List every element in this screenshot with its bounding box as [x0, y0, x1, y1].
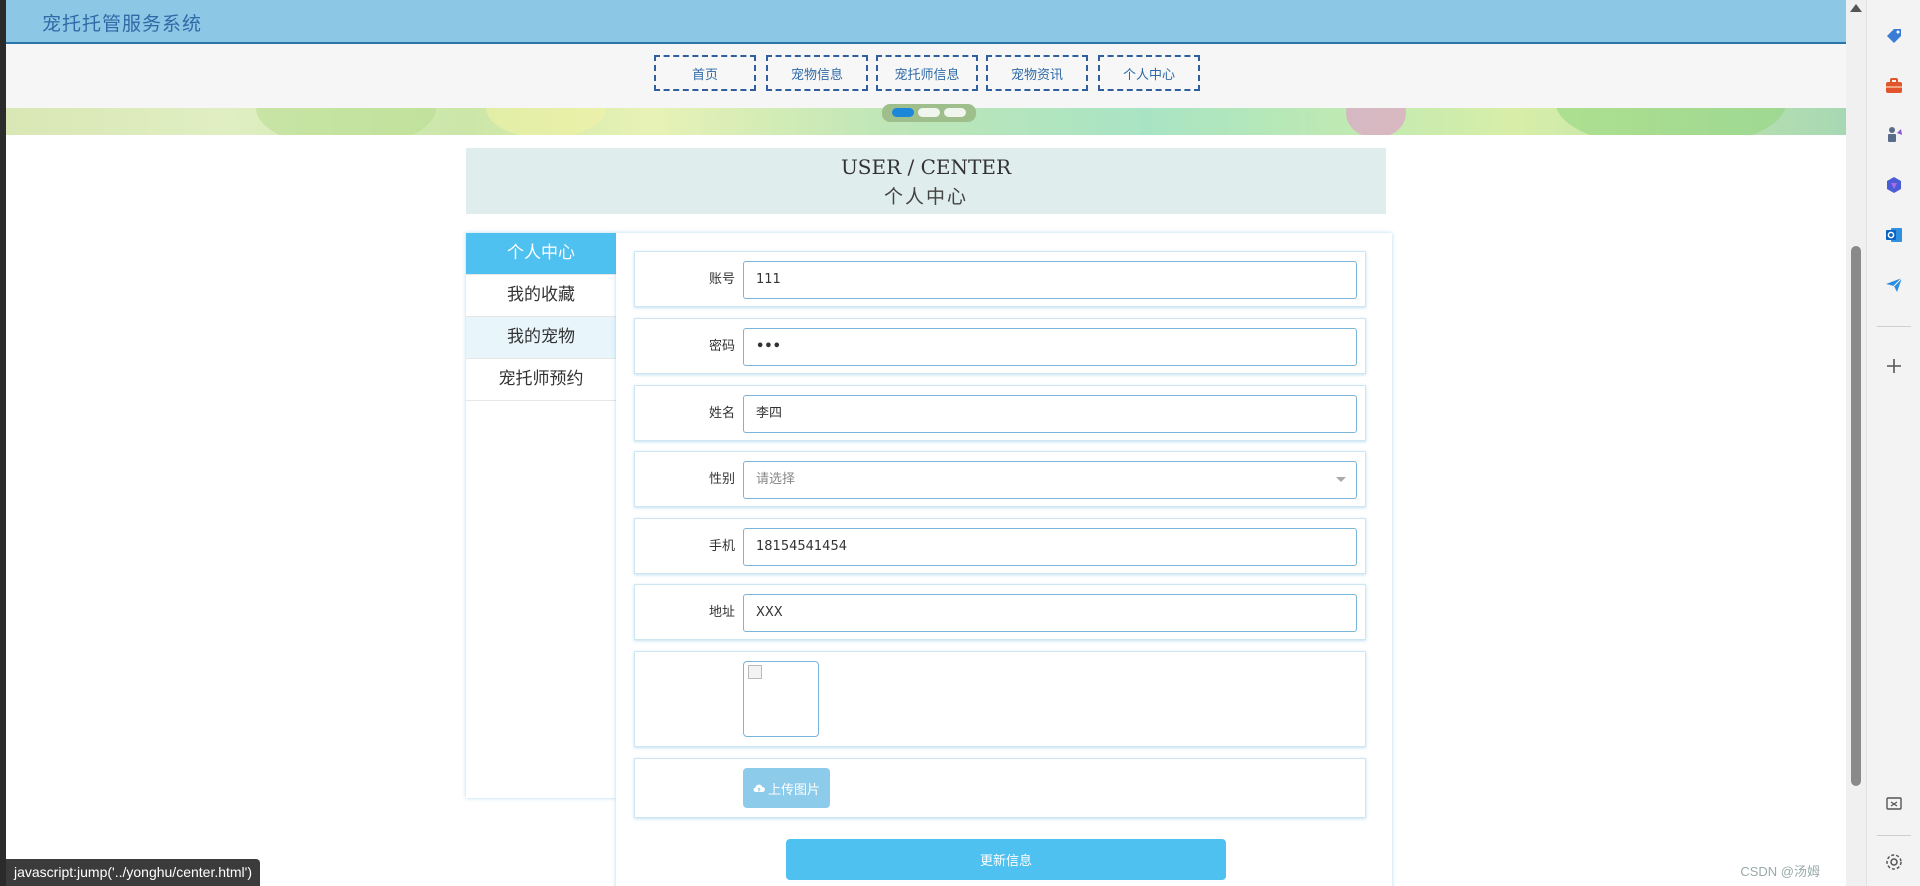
top-header-bar: 宠托托管服务系统 — [6, 0, 1846, 44]
carousel-dot-3[interactable] — [944, 108, 966, 117]
gender-label: 性别 — [708, 472, 735, 487]
settings-icon[interactable] — [1883, 851, 1905, 873]
section-header: USER / CENTER 个人中心 — [466, 148, 1386, 214]
gender-select-placeholder: 请选择 — [756, 472, 796, 487]
sidebar-item-user-center[interactable]: 个人中心 — [466, 233, 616, 275]
toolbar-separator-bottom — [1877, 835, 1911, 836]
scrollbar-thumb[interactable] — [1851, 246, 1861, 786]
briefcase-icon[interactable] — [1883, 75, 1905, 97]
carousel-dot-2[interactable] — [918, 108, 940, 117]
form-row-avatar — [634, 651, 1366, 747]
copilot-icon[interactable] — [1883, 174, 1905, 196]
scroll-up-arrow-icon[interactable] — [1850, 4, 1862, 12]
sidebar-item-favorites[interactable]: 我的收藏 — [466, 275, 616, 317]
browser-side-toolbar — [1866, 0, 1920, 886]
chess-icon[interactable] — [1883, 124, 1905, 146]
carousel-dot-1[interactable] — [892, 108, 914, 117]
form-row-gender: 性别 请选择 — [634, 451, 1366, 507]
nav-sitter-info[interactable]: 宠托师信息 — [876, 55, 978, 91]
nav-pet-info[interactable]: 宠物信息 — [766, 55, 868, 91]
phone-label: 手机 — [708, 539, 735, 554]
section-title-en: USER / CENTER — [840, 155, 1012, 179]
upload-image-label: 上传图片 — [767, 782, 820, 798]
add-icon[interactable] — [1883, 355, 1905, 377]
address-label: 地址 — [708, 605, 735, 620]
nav-home[interactable]: 首页 — [654, 55, 756, 91]
address-field[interactable]: XXX — [743, 594, 1357, 632]
account-field[interactable]: 111 — [743, 261, 1357, 299]
vertical-scrollbar[interactable] — [1846, 0, 1866, 886]
section-title-cn: 个人中心 — [883, 186, 968, 208]
carousel-indicators — [882, 104, 976, 122]
form-row-upload: 上传图片 — [634, 758, 1366, 818]
sidebar-item-sitter-booking[interactable]: 宠托师预约 — [466, 359, 616, 401]
chevron-down-icon — [1336, 477, 1346, 482]
account-label: 账号 — [708, 272, 735, 287]
watermark: CSDN @汤姆 — [1740, 864, 1820, 879]
outlook-icon[interactable] — [1883, 224, 1905, 246]
password-label: 密码 — [708, 339, 735, 354]
update-info-button[interactable]: 更新信息 — [786, 839, 1226, 880]
form-row-name: 姓名 李四 — [634, 385, 1366, 441]
sidebar-item-my-pets[interactable]: 我的宠物 — [466, 317, 616, 359]
profile-form: 账号 111 密码 ••• 姓名 李四 性别 请选择 手机 1815454145… — [616, 233, 1392, 886]
avatar-preview[interactable] — [743, 661, 819, 737]
form-row-account: 账号 111 — [634, 251, 1366, 307]
screenshot-icon[interactable] — [1883, 793, 1905, 815]
main-navigation: 首页 宠物信息 宠托师信息 宠物资讯 个人中心 — [6, 44, 1846, 108]
broken-image-icon — [748, 665, 762, 679]
site-title: 宠托托管服务系统 — [42, 13, 203, 35]
name-label: 姓名 — [708, 406, 735, 421]
cloud-upload-icon — [753, 784, 765, 792]
name-field[interactable]: 李四 — [743, 395, 1357, 433]
user-sidebar: 个人中心 我的收藏 我的宠物 宠托师预约 — [466, 233, 616, 798]
phone-field[interactable]: 18154541454 — [743, 528, 1357, 566]
gender-select[interactable]: 请选择 — [743, 461, 1357, 499]
form-row-address: 地址 XXX — [634, 584, 1366, 640]
toolbar-separator — [1877, 326, 1911, 327]
tag-icon[interactable] — [1883, 25, 1905, 47]
nav-user-center[interactable]: 个人中心 — [1098, 55, 1200, 91]
nav-pet-news[interactable]: 宠物资讯 — [986, 55, 1088, 91]
upload-image-button[interactable]: 上传图片 — [743, 768, 830, 808]
form-row-password: 密码 ••• — [634, 318, 1366, 374]
link-status-bar: javascript:jump('../yonghu/center.html') — [6, 859, 260, 886]
form-row-phone: 手机 18154541454 — [634, 518, 1366, 574]
page-viewport: 宠托托管服务系统 首页 宠物信息 宠托师信息 宠物资讯 个人中心 USER / … — [6, 0, 1846, 886]
password-field[interactable]: ••• — [743, 328, 1357, 366]
send-icon[interactable] — [1883, 274, 1905, 296]
